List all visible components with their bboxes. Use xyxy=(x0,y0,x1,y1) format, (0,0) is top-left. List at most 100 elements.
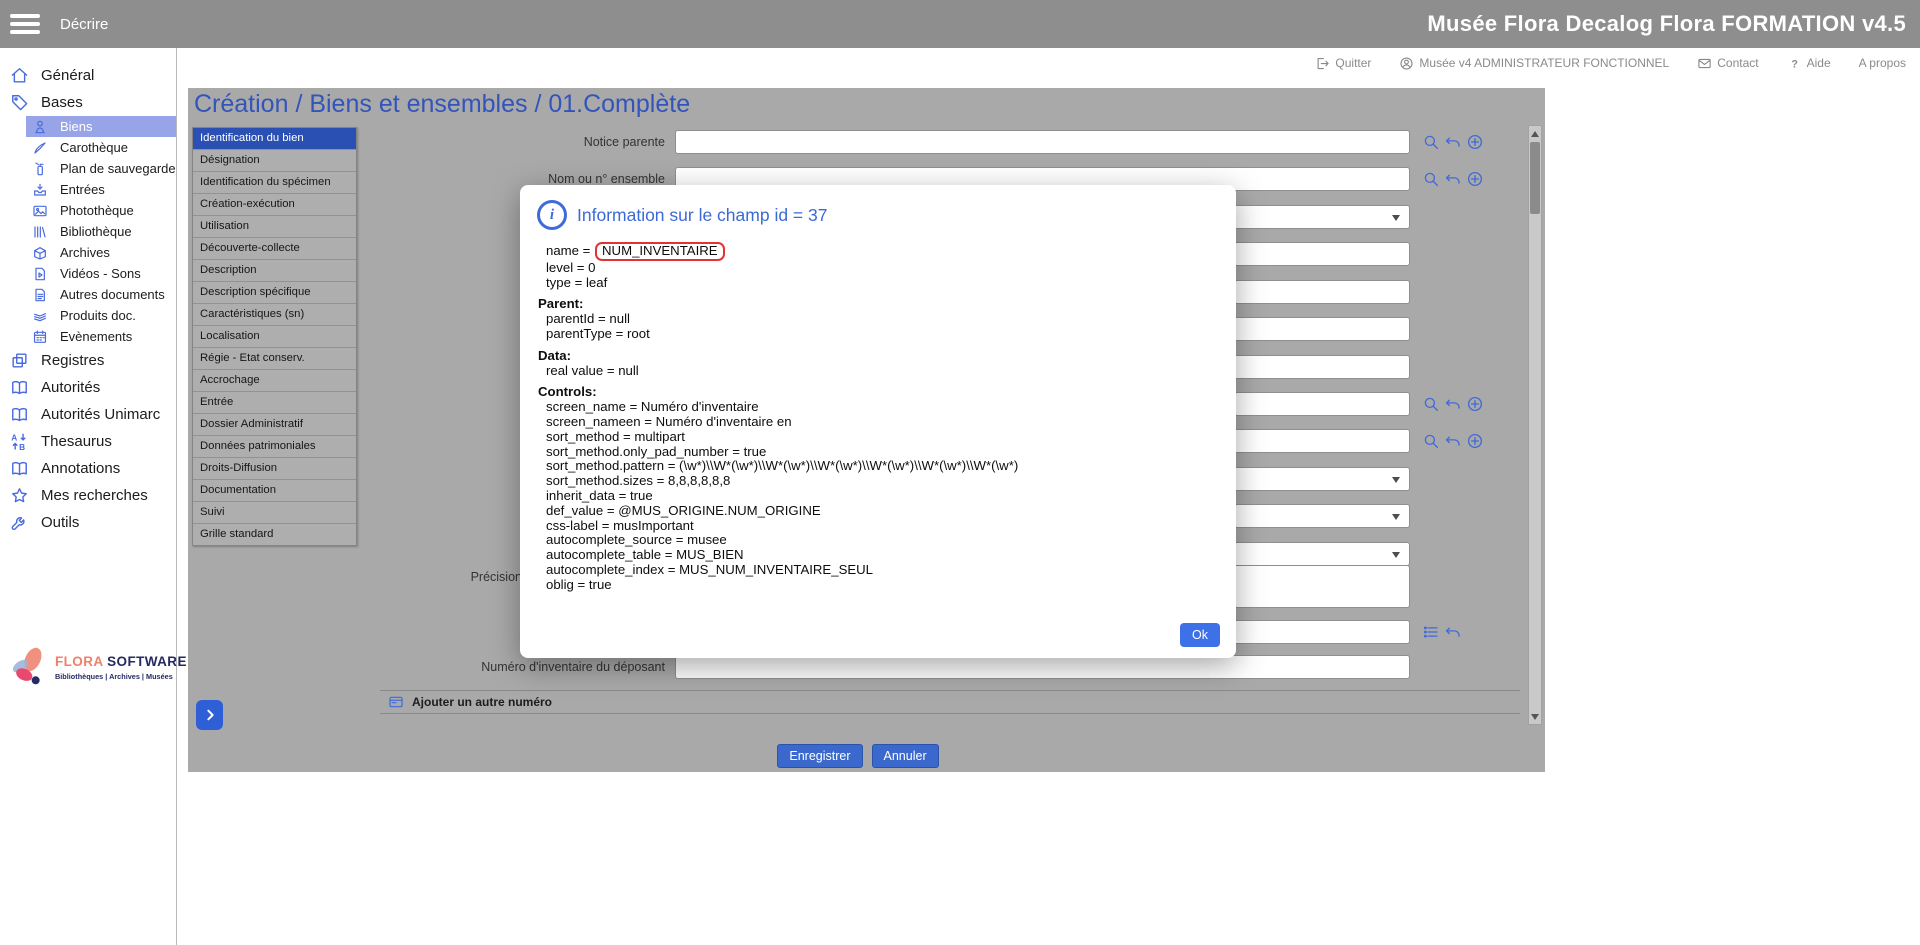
sidebar-item-label: Vidéos - Sons xyxy=(60,266,141,281)
modal-section-parent: Parent:parentId = nullparentType = root xyxy=(538,297,1216,341)
sidebar-item-plan-de-sauvegarde[interactable]: Plan de sauvegarde xyxy=(0,158,176,179)
sidebar-item-label: Archives xyxy=(60,245,110,260)
cancel-button[interactable]: Annuler xyxy=(872,744,939,768)
plus-circle-icon[interactable] xyxy=(1466,133,1484,151)
add-number-bar[interactable]: Ajouter un autre numéro xyxy=(380,690,1520,714)
modal-detail-line: oblig = true xyxy=(538,578,1216,593)
sidebar-item-autorites-unimarc[interactable]: Autorités Unimarc xyxy=(0,401,176,428)
sidebar-item-carotheque[interactable]: Carothèque xyxy=(0,137,176,158)
save-button[interactable]: Enregistrer xyxy=(777,744,862,768)
sidebar-item-entrees[interactable]: Entrées xyxy=(0,179,176,200)
header-link-a-propos[interactable]: A propos xyxy=(1859,56,1906,70)
hamburger-menu-icon[interactable] xyxy=(10,14,40,34)
chevron-down-icon xyxy=(1392,552,1400,558)
sidebar-item-registres[interactable]: Registres xyxy=(0,347,176,374)
sidebar-item-thesaurus[interactable]: ABThesaurus xyxy=(0,428,176,455)
svg-text:A: A xyxy=(11,433,17,443)
sidebar-item-label: Carothèque xyxy=(60,140,128,155)
sidebar-item-label: Bibliothèque xyxy=(60,224,132,239)
search-icon[interactable] xyxy=(1422,432,1440,450)
home-icon xyxy=(10,66,29,85)
header-link-musee-v4-administrateur-fonctionnel[interactable]: Musée v4 ADMINISTRATEUR FONCTIONNEL xyxy=(1399,56,1669,71)
field-label: Notice parente xyxy=(188,135,665,149)
modal-detail-line: def_value = @MUS_ORIGINE.NUM_ORIGINE xyxy=(538,504,1216,519)
sidebar-item-videos-sons[interactable]: Vidéos - Sons xyxy=(0,263,176,284)
header-link-quitter[interactable]: Quitter xyxy=(1315,56,1371,71)
modal-detail-line: autocomplete_table = MUS_BIEN xyxy=(538,548,1216,563)
undo-icon[interactable] xyxy=(1444,133,1462,151)
undo-icon[interactable] xyxy=(1444,623,1462,641)
sidebar-item-bibliotheque[interactable]: Bibliothèque xyxy=(0,221,176,242)
highlighted-value: NUM_INVENTAIRE xyxy=(595,242,725,261)
calendar-icon xyxy=(32,329,48,345)
modal-detail-line: autocomplete_index = MUS_NUM_INVENTAIRE_… xyxy=(538,563,1216,578)
sidebar-item-label: Evènements xyxy=(60,329,132,344)
plus-circle-icon[interactable] xyxy=(1466,432,1484,450)
sidebar-item-produits-doc[interactable]: Produits doc. xyxy=(0,305,176,326)
sidebar-item-biens[interactable]: Biens xyxy=(26,116,176,137)
mail-icon xyxy=(1697,56,1712,71)
sidebar-item-autorites[interactable]: Autorités xyxy=(0,374,176,401)
modal-field-type: type = leaf xyxy=(538,276,1216,291)
modal-detail-line: inherit_data = true xyxy=(538,489,1216,504)
list-icon[interactable] xyxy=(1422,623,1440,641)
ok-button[interactable]: Ok xyxy=(1180,623,1220,647)
add-number-label: Ajouter un autre numéro xyxy=(412,695,552,709)
undo-icon[interactable] xyxy=(1444,170,1462,188)
extinguisher-icon xyxy=(32,161,48,177)
sidebar-item-mes-recherches[interactable]: Mes recherches xyxy=(0,482,176,509)
numero-d-inventaire-du-deposant-input[interactable] xyxy=(675,655,1410,679)
sidebar-item-evenements[interactable]: Evènements xyxy=(0,326,176,347)
modal-detail-line: parentType = root xyxy=(538,327,1216,342)
sidebar-item-label: Registres xyxy=(41,352,104,369)
sidebar-item-archives[interactable]: Archives xyxy=(0,242,176,263)
sidebar-item-general[interactable]: Général xyxy=(0,62,176,89)
pen-icon xyxy=(32,140,48,156)
scroll-down-icon[interactable] xyxy=(1529,709,1541,724)
flora-software-logo: FLORA SOFTWARE Bibliothèques | Archives … xyxy=(10,645,187,689)
exit-icon xyxy=(1315,56,1330,71)
modal-field-name: name = NUM_INVENTAIRE xyxy=(538,242,1216,261)
search-icon[interactable] xyxy=(1422,395,1440,413)
archive-box-icon xyxy=(32,245,48,261)
logo-tagline: Bibliothèques | Archives | Musées xyxy=(55,672,187,681)
sidebar-item-label: Mes recherches xyxy=(41,487,148,504)
sidebar-item-bases[interactable]: Bases xyxy=(0,89,176,116)
modal-field-level: level = 0 xyxy=(538,261,1216,276)
undo-icon[interactable] xyxy=(1444,395,1462,413)
search-icon[interactable] xyxy=(1422,170,1440,188)
header-link-aide[interactable]: ?Aide xyxy=(1787,56,1831,71)
scrollbar-thumb[interactable] xyxy=(1530,142,1540,214)
scroll-up-icon[interactable] xyxy=(1529,126,1541,141)
modal-detail-line: parentId = null xyxy=(538,312,1216,327)
modal-detail-line: sort_method.pattern = (\w*)\\W*(\w*)\\W*… xyxy=(538,459,1216,474)
plus-circle-icon[interactable] xyxy=(1466,395,1484,413)
form-row-notice-parente: Notice parente xyxy=(188,130,1545,156)
vertical-scrollbar[interactable] xyxy=(1528,125,1542,725)
sidebar-item-label: Photothèque xyxy=(60,203,134,218)
notice-parente-input[interactable] xyxy=(675,130,1410,154)
user-icon xyxy=(1399,56,1414,71)
sidebar-item-phototheque[interactable]: Photothèque xyxy=(0,200,176,221)
sidebar-item-outils[interactable]: Outils xyxy=(0,509,176,536)
topbar-menu-label[interactable]: Décrire xyxy=(60,16,108,33)
header-link-contact[interactable]: Contact xyxy=(1697,56,1758,71)
sidebar-item-label: Bases xyxy=(41,94,83,111)
sidebar-item-autres-documents[interactable]: Autres documents xyxy=(0,284,176,305)
collapse-panel-button[interactable] xyxy=(196,700,223,730)
bust-icon xyxy=(32,119,48,135)
sidebar-item-label: Biens xyxy=(60,119,93,134)
undo-icon[interactable] xyxy=(1444,432,1462,450)
topbar: Décrire Musée Flora Decalog Flora FORMAT… xyxy=(0,0,1920,48)
svg-text:B: B xyxy=(19,442,25,451)
svg-text:?: ? xyxy=(1791,58,1797,70)
sidebar-item-label: Entrées xyxy=(60,182,105,197)
modal-section-controls: Controls:screen_name = Numéro d'inventai… xyxy=(538,385,1216,592)
modal-title: Information sur le champ id = 37 xyxy=(577,205,827,226)
modal-header: i Information sur le champ id = 37 xyxy=(520,185,1236,230)
plus-circle-icon[interactable] xyxy=(1466,170,1484,188)
sidebar-item-annotations[interactable]: Annotations xyxy=(0,455,176,482)
papers-icon xyxy=(32,308,48,324)
modal-detail-line: css-label = musImportant xyxy=(538,519,1216,534)
search-icon[interactable] xyxy=(1422,133,1440,151)
